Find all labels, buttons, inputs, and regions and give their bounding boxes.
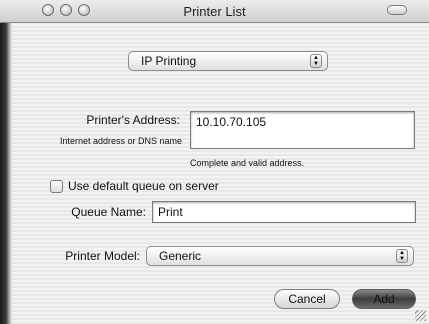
default-queue-checkbox[interactable]	[50, 180, 63, 193]
printer-model-value: Generic	[159, 249, 202, 263]
address-status-text: Complete and valid address.	[190, 158, 305, 168]
window-title: Printer List	[183, 4, 246, 19]
queue-name-label: Queue Name:	[71, 205, 146, 219]
add-button[interactable]: Add	[352, 289, 416, 309]
toolbar-toggle-icon[interactable]	[387, 5, 407, 15]
connection-type-popup[interactable]: IP Printing ▲ ▼	[128, 51, 328, 71]
printer-address-sublabel: Internet address or DNS name	[59, 136, 182, 146]
model-popup-arrows-icon: ▲ ▼	[396, 249, 408, 263]
resize-grip-icon[interactable]	[415, 310, 426, 321]
printer-model-popup[interactable]: Generic ▲ ▼	[146, 246, 414, 266]
title-bar[interactable]: Printer List	[0, 0, 429, 23]
printer-list-window: Printer List IP Printing ▲ ▼ Printer's Ad…	[0, 0, 429, 324]
window-left-edge	[0, 0, 12, 324]
cancel-button[interactable]: Cancel	[274, 289, 340, 309]
queue-name-value: Print	[158, 205, 183, 219]
queue-name-field[interactable]: Print	[152, 201, 416, 223]
printer-model-label: Printer Model:	[65, 249, 140, 263]
printer-address-value: 10.10.70.105	[196, 115, 267, 129]
default-queue-label[interactable]: Use default queue on server	[68, 179, 219, 193]
printer-address-field[interactable]: 10.10.70.105	[190, 111, 415, 149]
connection-type-value: IP Printing	[141, 54, 197, 68]
popup-arrows-icon: ▲ ▼	[310, 54, 322, 68]
printer-address-label: Printer's Address:	[86, 113, 180, 127]
